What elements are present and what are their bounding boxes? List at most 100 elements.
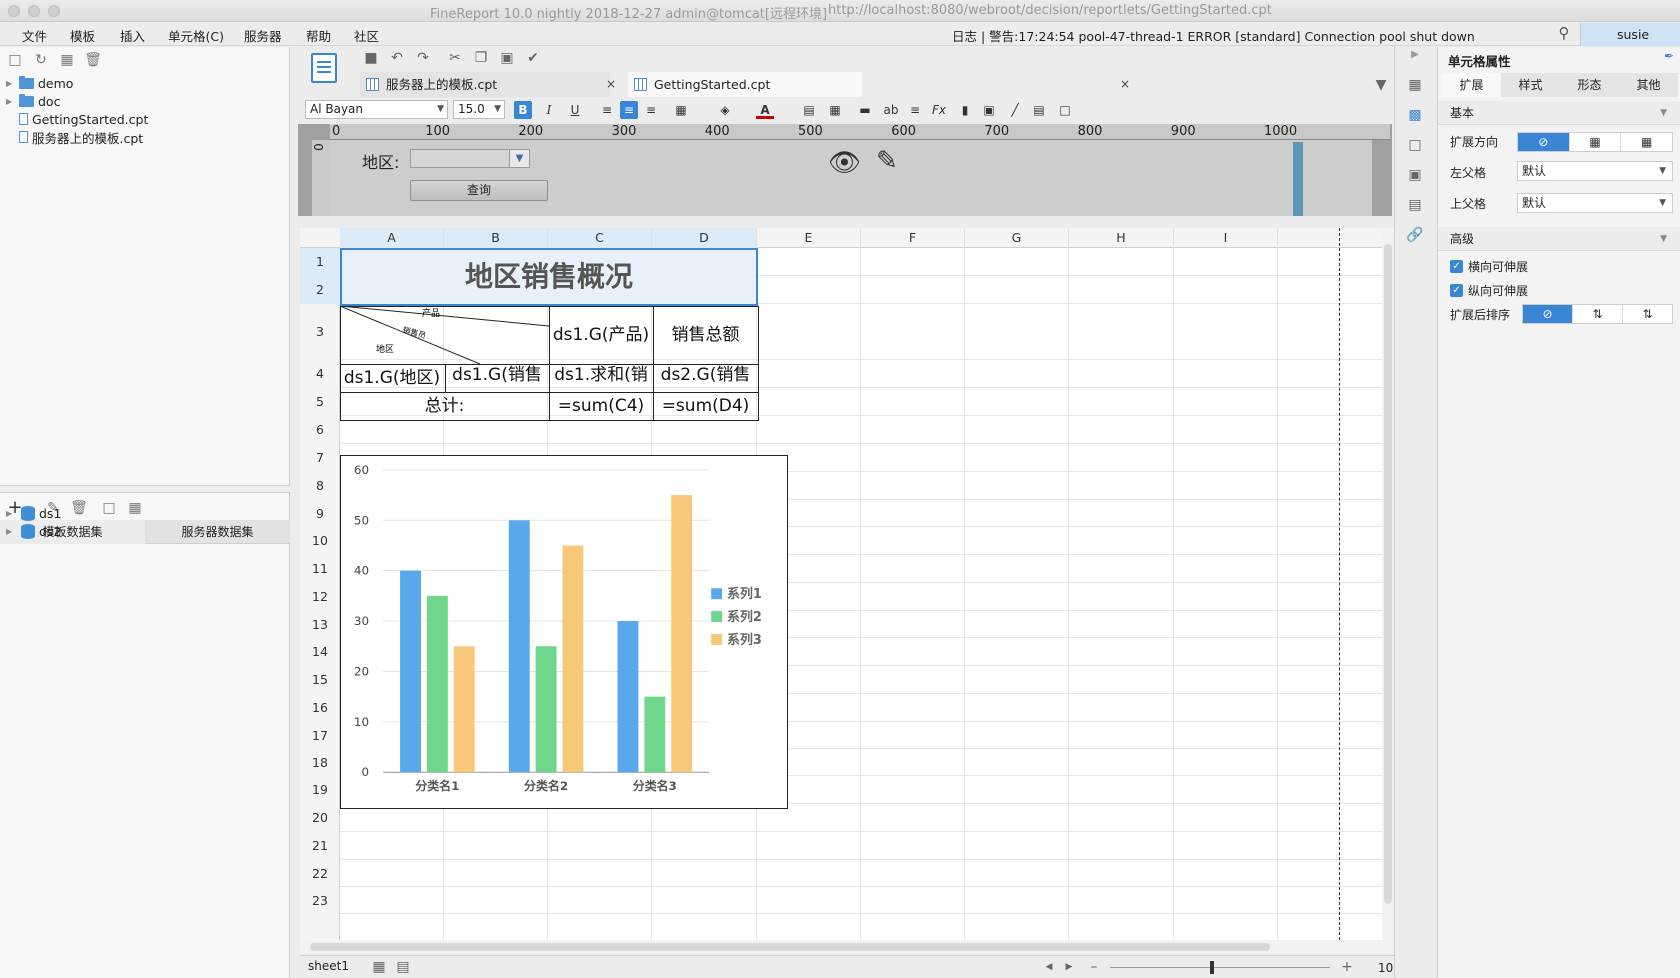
row-header-8[interactable]: 8 bbox=[300, 472, 340, 500]
subreport-icon[interactable]: ▤ bbox=[1030, 101, 1048, 119]
region-param-combo[interactable]: ▼ bbox=[410, 149, 530, 168]
scroll-right-icon[interactable]: ▶ bbox=[1060, 958, 1078, 976]
tree-item-gettingstarted[interactable]: GettingStarted.cpt bbox=[6, 110, 148, 128]
minimize-window-button[interactable] bbox=[28, 5, 40, 17]
copy-icon[interactable]: ❐ bbox=[472, 49, 490, 67]
panel-splitter[interactable] bbox=[0, 485, 290, 493]
vertical-scrollbar[interactable] bbox=[1382, 228, 1394, 940]
row-header-3[interactable]: 3 bbox=[300, 304, 340, 360]
eye-off-icon[interactable]: 👁 bbox=[828, 148, 862, 178]
section-advanced[interactable]: 高级 ▼ bbox=[1438, 227, 1680, 251]
cell-c3[interactable]: ds1.G(产品) bbox=[549, 306, 653, 364]
tab-style[interactable]: 样式 bbox=[1501, 73, 1560, 97]
cell-c5[interactable]: =sum(C4) bbox=[549, 392, 653, 420]
cell-a4[interactable]: ds1.G(地区) bbox=[340, 364, 444, 392]
sort-segmented[interactable]: ⊘ ⇅ ⇅ bbox=[1522, 304, 1673, 324]
cell-a3-diagonal-header[interactable]: 产品 销售员 地区 bbox=[340, 306, 549, 364]
image-icon[interactable]: ▣ bbox=[980, 101, 998, 119]
cell-a5-total-label[interactable]: 总计: bbox=[340, 392, 549, 420]
user-box[interactable]: susie bbox=[1580, 23, 1680, 46]
section-basic[interactable]: 基本 ▼ bbox=[1438, 101, 1680, 125]
column-header-a[interactable]: A bbox=[340, 228, 444, 248]
h-stretch-checkbox[interactable]: ✓ 横向可伸展 bbox=[1450, 258, 1528, 275]
hyperlink-icon[interactable]: 🔗 bbox=[1406, 227, 1424, 245]
row-header-4[interactable]: 4 bbox=[300, 360, 340, 388]
v-stretch-checkbox[interactable]: ✓ 纵向可伸展 bbox=[1450, 282, 1528, 299]
expand-icon[interactable]: ▶ bbox=[6, 527, 15, 536]
row-header-20[interactable]: 20 bbox=[300, 804, 340, 832]
cell-c4[interactable]: ds1.求和(销 bbox=[549, 364, 653, 392]
cell-d4[interactable]: ds2.G(销售 bbox=[653, 364, 758, 392]
menu-help[interactable]: 帮助 bbox=[306, 26, 331, 45]
add-sheet-icon[interactable]: ▦ bbox=[370, 958, 388, 976]
tree-item-doc[interactable]: ▶ doc bbox=[6, 92, 60, 110]
slash-icon[interactable]: ╱ bbox=[1006, 101, 1024, 119]
search-icon[interactable]: ⚲ bbox=[1554, 24, 1574, 44]
chevron-down-icon[interactable]: ▼ bbox=[509, 150, 529, 167]
preview-icon[interactable]: □ bbox=[100, 499, 118, 517]
row-header-13[interactable]: 13 bbox=[300, 611, 340, 638]
format-painter-icon[interactable]: ✔ bbox=[524, 49, 542, 67]
menu-file[interactable]: 文件 bbox=[22, 26, 47, 45]
no-expand-icon[interactable]: ⊘ bbox=[1518, 133, 1570, 151]
column-header-g[interactable]: G bbox=[965, 228, 1069, 248]
zoom-out-icon[interactable]: – bbox=[1085, 958, 1103, 976]
align-center-icon[interactable]: ≡ bbox=[620, 101, 638, 119]
cell-d5[interactable]: =sum(D4) bbox=[653, 392, 758, 420]
formula-icon[interactable]: Fx bbox=[930, 101, 948, 119]
row-header-17[interactable]: 17 bbox=[300, 722, 340, 749]
row-header-7[interactable]: 7 bbox=[300, 444, 340, 472]
delete-icon[interactable]: 🗑 bbox=[70, 499, 88, 517]
row-header-1[interactable]: 1 bbox=[300, 248, 340, 276]
template-icon[interactable] bbox=[311, 53, 337, 83]
horizontal-expand-icon[interactable]: ▦ bbox=[1621, 133, 1672, 151]
bold-button[interactable]: B bbox=[514, 101, 532, 119]
query-button[interactable]: 查询 bbox=[410, 180, 548, 201]
pencil-icon[interactable]: ✎ bbox=[876, 146, 906, 176]
expand-direction-segmented[interactable]: ⊘ ▦ ▦ bbox=[1517, 132, 1673, 152]
undo-icon[interactable]: ↶ bbox=[388, 49, 406, 67]
column-header-d[interactable]: D bbox=[652, 228, 757, 248]
row-header-15[interactable]: 15 bbox=[300, 666, 340, 694]
expand-icon[interactable]: ▶ bbox=[6, 97, 15, 106]
cell-a1-title[interactable]: 地区销售概况 bbox=[340, 248, 758, 306]
row-header-23[interactable]: 23 bbox=[300, 887, 340, 914]
expand-icon[interactable]: ▶ bbox=[6, 79, 15, 88]
row-header-2[interactable]: 2 bbox=[300, 276, 340, 304]
insert-row-icon[interactable]: ▬ bbox=[856, 101, 874, 119]
row-header-10[interactable]: 10 bbox=[300, 527, 340, 555]
menu-cell[interactable]: 单元格(C) bbox=[168, 26, 224, 45]
lock-icon[interactable]: ▦ bbox=[58, 51, 76, 69]
cut-icon[interactable]: ✂ bbox=[446, 49, 464, 67]
close-tab-icon[interactable]: × bbox=[1120, 72, 1130, 97]
menu-template[interactable]: 模板 bbox=[70, 26, 95, 45]
underline-button[interactable]: U bbox=[566, 101, 584, 119]
tab-other[interactable]: 其他 bbox=[1619, 73, 1678, 97]
chart-icon[interactable]: ▮ bbox=[956, 101, 974, 119]
close-tab-icon[interactable]: × bbox=[606, 72, 616, 97]
no-sort-icon[interactable]: ⊘ bbox=[1523, 305, 1573, 323]
font-size-select[interactable]: 15.0 ▼ bbox=[453, 100, 505, 119]
scroll-thumb[interactable] bbox=[310, 943, 1270, 951]
delete-icon[interactable]: 🗑 bbox=[84, 51, 102, 69]
row-header-21[interactable]: 21 bbox=[300, 832, 340, 860]
wrap-icon[interactable]: ≡ bbox=[906, 101, 924, 119]
tab-expand[interactable]: 扩展 bbox=[1442, 73, 1501, 97]
column-header-f[interactable]: F bbox=[861, 228, 965, 248]
row-header-18[interactable]: 18 bbox=[300, 749, 340, 776]
new-folder-icon[interactable]: □ bbox=[6, 51, 24, 69]
row-header-14[interactable]: 14 bbox=[300, 638, 340, 666]
sheet-tab[interactable]: sheet1 bbox=[308, 959, 349, 973]
paste-icon[interactable]: ▣ bbox=[498, 49, 516, 67]
add-poly-sheet-icon[interactable]: ▤ bbox=[394, 958, 412, 976]
column-header-c[interactable]: C bbox=[548, 228, 652, 248]
table-icon[interactable]: ▦ bbox=[126, 499, 144, 517]
column-header-h[interactable]: H bbox=[1069, 228, 1174, 248]
column-header-b[interactable]: B bbox=[444, 228, 548, 248]
zoom-slider-track[interactable] bbox=[1110, 967, 1330, 968]
zoom-slider-handle[interactable] bbox=[1210, 961, 1214, 974]
close-window-button[interactable] bbox=[8, 5, 20, 17]
cell-b4[interactable]: ds1.G(销售 bbox=[445, 364, 549, 392]
border-icon[interactable]: ▦ bbox=[672, 101, 690, 119]
tab-server-template[interactable]: 服务器上的模板.cpt × bbox=[360, 72, 616, 97]
